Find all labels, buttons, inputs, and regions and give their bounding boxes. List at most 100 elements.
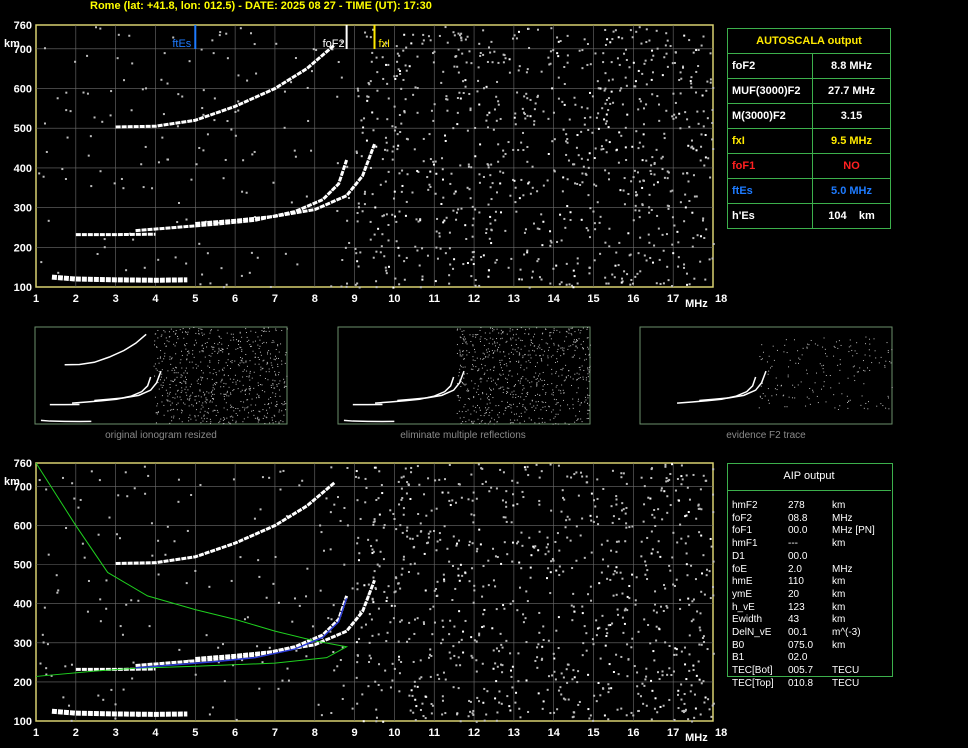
noise-speck (806, 347, 808, 349)
noise-speck (675, 116, 678, 119)
noise-speck (647, 496, 650, 499)
noise-speck (73, 497, 76, 500)
noise-speck (582, 376, 584, 378)
noise-speck (200, 48, 203, 51)
autoscala-row: foF1 NO (727, 153, 891, 179)
y-tick-label: 500 (14, 560, 32, 572)
noise-speck (792, 384, 794, 386)
noise-speck (478, 634, 481, 637)
noise-speck (868, 349, 870, 351)
noise-speck (227, 359, 229, 361)
noise-speck (509, 194, 512, 197)
noise-speck (529, 98, 532, 101)
noise-speck (261, 342, 263, 344)
noise-speck (621, 616, 624, 619)
noise-speck (185, 386, 187, 388)
noise-speck (514, 123, 517, 126)
noise-speck (483, 357, 485, 359)
noise-speck (199, 383, 201, 385)
noise-speck (862, 360, 864, 362)
aip-row-value: 2.0 (788, 563, 802, 575)
noise-speck (673, 224, 676, 227)
noise-speck (211, 397, 213, 399)
noise-speck (374, 586, 377, 589)
noise-speck (260, 335, 262, 337)
noise-speck (560, 355, 562, 357)
noise-speck (57, 589, 60, 592)
noise-speck (480, 381, 482, 383)
noise-speck (628, 597, 631, 600)
noise-speck (459, 353, 461, 355)
noise-speck (406, 535, 409, 538)
noise-speck (394, 77, 397, 80)
noise-speck (696, 110, 699, 113)
noise-speck (218, 370, 220, 372)
noise-speck (760, 385, 762, 387)
noise-speck (277, 687, 280, 690)
noise-speck (524, 345, 526, 347)
noise-speck (598, 582, 601, 585)
noise-speck (268, 350, 270, 352)
noise-speck (656, 47, 659, 50)
noise-speck (272, 340, 274, 342)
noise-speck (201, 404, 203, 406)
noise-speck (442, 221, 445, 224)
noise-speck (676, 477, 679, 480)
noise-speck (596, 497, 599, 500)
noise-speck (228, 353, 230, 355)
noise-speck (283, 401, 285, 403)
noise-speck (518, 361, 520, 363)
noise-speck (665, 233, 668, 236)
noise-speck (504, 410, 506, 412)
noise-speck (274, 405, 276, 407)
noise-speck (490, 389, 492, 391)
noise-speck (459, 164, 462, 167)
noise-speck (834, 346, 836, 348)
noise-speck (489, 337, 491, 339)
noise-speck (516, 609, 519, 612)
noise-speck (693, 716, 696, 719)
noise-speck (672, 583, 675, 586)
noise-speck (167, 400, 169, 402)
noise-speck (528, 286, 531, 289)
noise-speck (808, 344, 810, 346)
noise-speck (759, 356, 761, 358)
noise-speck (443, 580, 446, 583)
noise-speck (465, 341, 467, 343)
noise-speck (210, 330, 212, 332)
noise-speck (565, 140, 568, 143)
noise-speck (542, 354, 544, 356)
noise-speck (544, 553, 547, 556)
noise-speck (693, 693, 696, 696)
noise-speck (448, 274, 451, 277)
noise-speck (621, 502, 624, 505)
noise-speck (615, 251, 618, 254)
caption-original: original ionogram resized (105, 430, 217, 441)
noise-speck (378, 470, 381, 473)
noise-speck (157, 258, 160, 261)
noise-speck (657, 540, 660, 543)
noise-speck (557, 464, 560, 467)
noise-speck (177, 402, 179, 404)
noise-speck (575, 525, 578, 528)
autoscala-row: ftEs 5.0 MHz (727, 178, 891, 204)
noise-speck (199, 390, 201, 392)
noise-speck (244, 407, 246, 409)
noise-speck (523, 399, 525, 401)
noise-speck (509, 419, 511, 421)
noise-speck (588, 717, 591, 720)
noise-speck (161, 360, 163, 362)
noise-speck (635, 576, 638, 579)
noise-speck (433, 103, 436, 106)
noise-speck (211, 706, 214, 709)
noise-speck (802, 347, 804, 349)
noise-speck (497, 378, 499, 380)
noise-speck (704, 278, 707, 281)
noise-speck (688, 125, 691, 128)
noise-speck (649, 642, 652, 645)
noise-speck (395, 74, 398, 77)
noise-speck (375, 708, 378, 711)
noise-speck (197, 378, 199, 380)
noise-speck (451, 499, 454, 502)
noise-speck (381, 233, 384, 236)
